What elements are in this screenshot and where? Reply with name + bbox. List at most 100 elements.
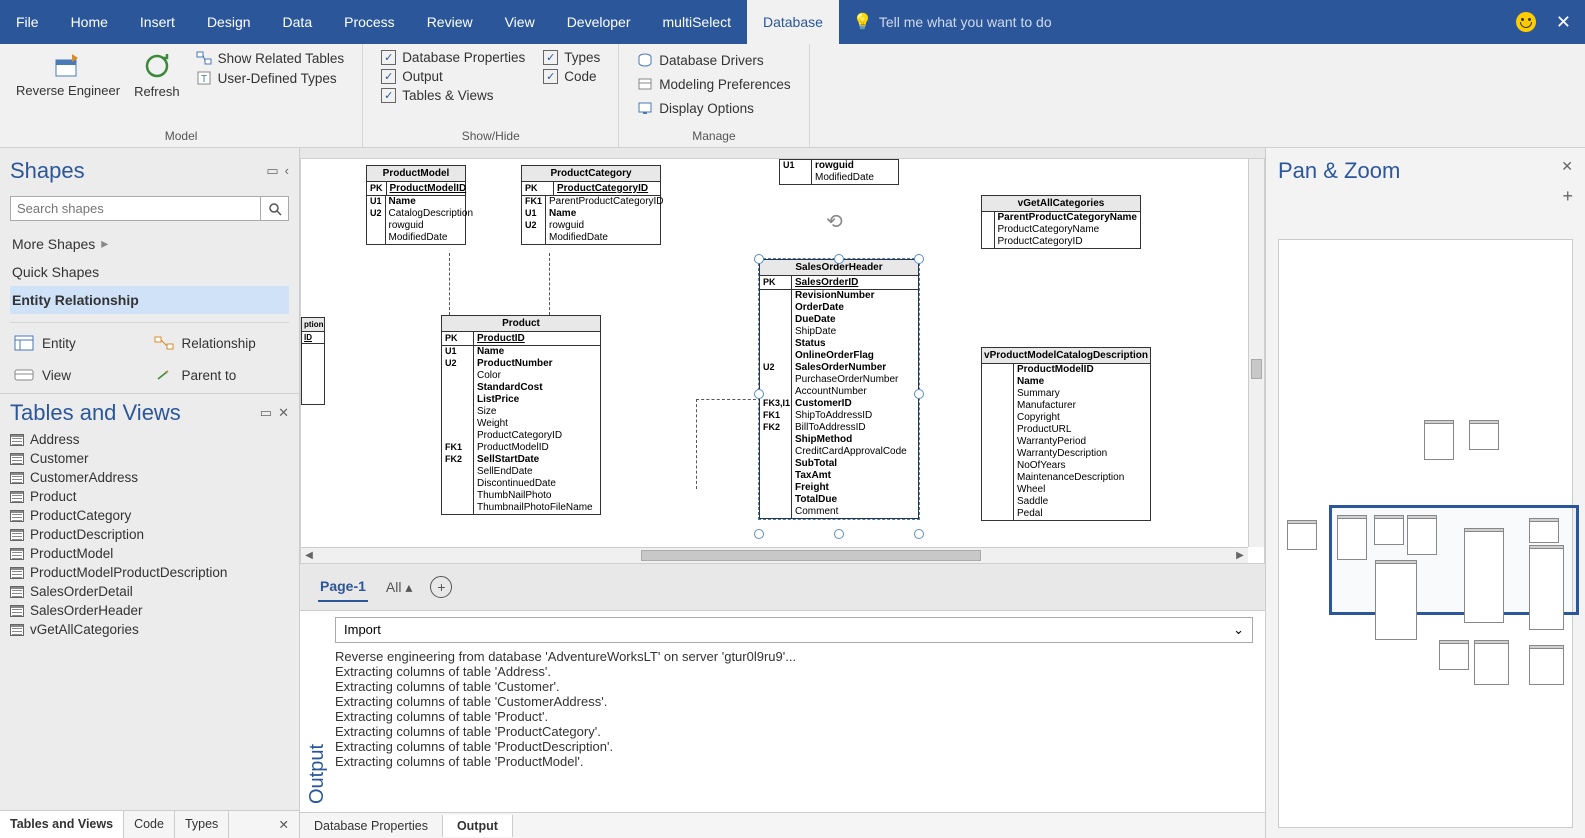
tab-home[interactable]: Home [55,0,124,44]
checkbox-icon: ✓ [543,69,558,84]
chk-code[interactable]: ✓Code [543,69,600,84]
quick-shapes-link[interactable]: Quick Shapes [10,258,289,286]
user-defined-types-button[interactable]: T User-Defined Types [196,70,345,86]
tables-views-list[interactable]: AddressCustomerCustomerAddressProductPro… [4,430,295,810]
shapes-window-icon[interactable]: ▭ [266,163,278,179]
selection-handle[interactable] [914,389,924,399]
left-tabs-close-icon[interactable]: ✕ [269,811,299,838]
tab-file[interactable]: File [0,0,55,44]
tv-item[interactable]: Product [10,487,289,506]
selection-handle[interactable] [834,529,844,539]
pan-zoom-add-icon[interactable]: + [1278,184,1573,209]
drivers-icon [637,52,653,68]
drawing-canvas[interactable]: ProductModelPKProductModelIDU1U2NameCata… [301,159,1248,547]
vscroll-thumb[interactable] [1251,359,1262,379]
show-related-tables-button[interactable]: Show Related Tables [196,50,345,66]
page-tab[interactable]: Page-1 [318,572,368,602]
tab-review[interactable]: Review [411,0,489,44]
tv-item[interactable]: Customer [10,449,289,468]
display-options-button[interactable]: Display Options [637,98,790,118]
tv-item[interactable]: SalesOrderDetail [10,582,289,601]
tv-item[interactable]: ProductModel [10,544,289,563]
output-log[interactable]: Reverse engineering from database 'Adven… [335,647,1253,812]
chk-database-properties[interactable]: ✓Database Properties [381,50,525,65]
more-shapes-link[interactable]: More Shapes ▸ [10,229,289,258]
selection-handle[interactable] [754,389,764,399]
canvas-viewport[interactable]: ProductModelPKProductModelIDU1U2NameCata… [300,158,1265,564]
canvas-vscroll[interactable] [1248,159,1264,547]
pan-zoom-panel: Pan & Zoom ✕ + [1265,148,1585,838]
database-drivers-button[interactable]: Database Drivers [637,50,790,70]
shape-entity[interactable]: Entity [12,329,148,357]
tellme-search[interactable]: 💡 Tell me what you want to do [839,12,1052,32]
chk-types[interactable]: ✓Types [543,50,600,65]
checkbox-icon: ✓ [381,69,396,84]
entity-vgetallcategories[interactable]: vGetAllCategoriesParentProductCategoryNa… [981,195,1141,249]
tv-item[interactable]: ProductCategory [10,506,289,525]
stencil-entity-relationship[interactable]: Entity Relationship [10,286,289,314]
shape-view[interactable]: View [12,361,148,389]
selection-handle[interactable] [914,529,924,539]
chk-tables-views[interactable]: ✓Tables & Views [381,88,525,103]
left-tab-types[interactable]: Types [175,811,229,838]
selection-handle[interactable] [754,529,764,539]
shapes-collapse-icon[interactable]: ‹ [285,163,289,179]
pan-zoom-view[interactable] [1278,239,1573,828]
canvas-hscroll[interactable]: ◀▶ [301,547,1248,563]
left-tab-code[interactable]: Code [124,811,175,838]
hscroll-thumb[interactable] [641,550,981,561]
tab-insert[interactable]: Insert [124,0,191,44]
search-shapes-button[interactable] [261,196,289,221]
tv-item[interactable]: CustomerAddress [10,468,289,487]
tv-item[interactable]: Address [10,430,289,449]
tv-close-icon[interactable]: ✕ [278,405,289,421]
shape-parent-to[interactable]: Parent to [152,361,288,389]
tables-views-panel: Tables and Views ▭ ✕ AddressCustomerCust… [0,394,299,810]
tv-item[interactable]: SalesOrderHeader [10,601,289,620]
rotate-handle-icon[interactable]: ⟲ [826,209,843,234]
entity-productmodel[interactable]: ProductModelPKProductModelIDU1U2NameCata… [366,165,466,245]
selection-handle[interactable] [914,254,924,264]
tab-database[interactable]: Database [747,0,839,44]
reverse-engineer-button[interactable]: Reverse Engineer [10,48,126,100]
tv-item[interactable]: ProductDescription [10,525,289,544]
tables-views-title: Tables and Views ▭ ✕ [4,400,295,430]
bottom-tab-output[interactable]: Output [443,815,513,837]
pan-zoom-close-icon[interactable]: ✕ [1561,158,1573,184]
selection-handle[interactable] [834,254,844,264]
entity-partial[interactable]: ptionID [301,317,325,405]
search-shapes-input[interactable] [10,196,261,221]
tv-item[interactable]: ProductModelProductDescription [10,563,289,582]
entity-productcategory[interactable]: ProductCategoryPKProductCategoryIDFK1U1U… [521,165,661,245]
scroll-right-icon[interactable]: ▶ [1232,550,1248,561]
selection-handle[interactable] [754,254,764,264]
shape-relationship[interactable]: Relationship [152,329,288,357]
feedback-smiley-icon[interactable] [1516,12,1536,32]
left-tab-tables-views[interactable]: Tables and Views [0,811,124,838]
output-line: Extracting columns of table 'Product'. [335,709,1253,724]
tab-data[interactable]: Data [267,0,329,44]
tab-developer[interactable]: Developer [551,0,647,44]
tab-view[interactable]: View [489,0,551,44]
refresh-icon [141,50,173,82]
collapse-ribbon-icon[interactable]: ✕ [1556,12,1571,33]
tv-window-icon[interactable]: ▭ [260,405,272,421]
scroll-left-icon[interactable]: ◀ [301,550,317,561]
refresh-button[interactable]: Refresh [128,48,186,101]
entity-salesorderheader[interactable]: SalesOrderHeaderPKSalesOrderIDU2FK3,I1FK… [759,259,919,519]
entity-frag[interactable]: U1rowguidModifiedDate [779,159,899,185]
chk-output[interactable]: ✓Output [381,69,525,84]
modeling-preferences-button[interactable]: Modeling Preferences [637,74,790,94]
entity-vproductmodelcatalogdescription[interactable]: vProductModelCatalogDescriptionProductMo… [981,347,1151,521]
minimap-entity [1287,520,1317,550]
tab-process[interactable]: Process [328,0,411,44]
tv-item[interactable]: vGetAllCategories [10,620,289,639]
tab-design[interactable]: Design [191,0,267,44]
add-page-button[interactable]: + [430,576,452,598]
tab-multiselect[interactable]: multiSelect [647,0,747,44]
page-all[interactable]: All ▴ [386,579,412,596]
entity-product[interactable]: ProductPKProductIDU1U2FK1FK2NameProductN… [441,315,601,515]
connector [696,399,756,400]
output-filter-dropdown[interactable]: Import ⌄ [335,617,1253,643]
bottom-tab-dbprops[interactable]: Database Properties [300,815,443,837]
